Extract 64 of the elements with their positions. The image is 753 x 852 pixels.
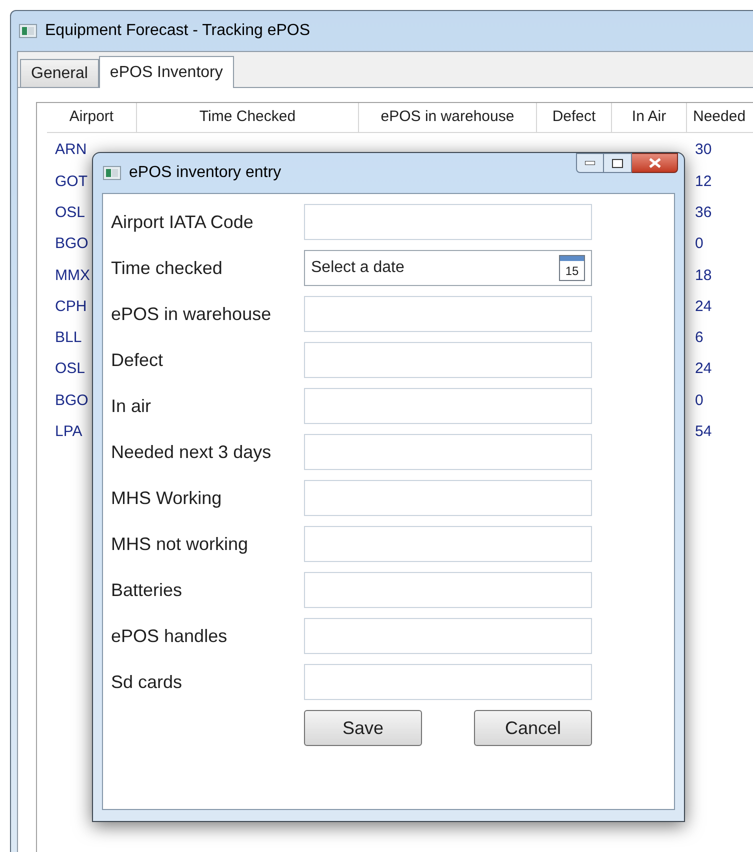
- column-header[interactable]: In Air: [612, 103, 687, 132]
- table-cell: 24: [695, 360, 712, 378]
- field-label: Batteries: [111, 578, 184, 602]
- input-field[interactable]: [304, 388, 592, 424]
- field-label: MHS not working: [111, 532, 250, 556]
- table-cell: 36: [695, 204, 712, 221]
- field-label: Defect: [111, 348, 164, 372]
- field-label: ePOS handles: [111, 624, 228, 648]
- column-header[interactable]: Airport: [47, 103, 137, 132]
- column-header[interactable]: Time Checked: [137, 103, 359, 132]
- table-cell: GOT: [55, 172, 88, 190]
- input-field[interactable]: [304, 618, 592, 654]
- close-button[interactable]: [632, 153, 678, 173]
- table-cell: BGO: [55, 392, 88, 409]
- table-cell: BGO: [55, 235, 88, 252]
- field-label: Time checked: [111, 256, 224, 280]
- field-label: ePOS in warehouse: [111, 302, 272, 326]
- input-field[interactable]: [304, 572, 592, 608]
- input-field[interactable]: [304, 204, 592, 240]
- date-picker[interactable]: Select a date 15: [304, 250, 592, 286]
- table-cell: 0: [695, 392, 704, 409]
- field-label: Sd cards: [111, 670, 184, 694]
- table-cell: 6: [695, 329, 704, 346]
- table-cell: 24: [695, 298, 712, 315]
- date-field[interactable]: Select a date: [311, 256, 559, 280]
- window-icon: [103, 166, 121, 180]
- input-field[interactable]: [304, 480, 592, 516]
- dialog-button[interactable]: Save: [304, 710, 422, 746]
- close-icon: [648, 158, 660, 168]
- tab[interactable]: General: [20, 59, 99, 87]
- table-cell: BLL: [55, 329, 82, 346]
- column-header[interactable]: ePOS in warehouse: [359, 103, 537, 132]
- table-cell: MMX: [55, 266, 90, 284]
- table-cell: OSL: [55, 204, 86, 221]
- input-field[interactable]: [304, 296, 592, 332]
- window-icon: [19, 24, 37, 38]
- field-label: In air: [111, 394, 152, 418]
- minimize-icon: [585, 161, 595, 165]
- input-field[interactable]: [304, 342, 592, 378]
- input-field[interactable]: [304, 434, 592, 470]
- table-cell: LPA: [55, 423, 82, 440]
- dialog-button[interactable]: Cancel: [474, 710, 592, 746]
- input-field[interactable]: [304, 526, 592, 562]
- maximize-button[interactable]: [604, 153, 632, 173]
- input-field[interactable]: [304, 664, 592, 700]
- table-cell: 18: [695, 266, 712, 284]
- table-cell: 0: [695, 235, 704, 252]
- window-title: Equipment Forecast - Tracking ePOS: [45, 21, 310, 41]
- field-label: Needed next 3 days: [111, 440, 272, 464]
- field-label: Airport IATA Code: [111, 210, 254, 234]
- column-header[interactable]: Needed: [687, 103, 753, 132]
- table-cell: 54: [695, 423, 712, 440]
- dialog-title: ePOS inventory entry: [129, 163, 282, 183]
- minimize-button[interactable]: [576, 153, 604, 173]
- field-label: MHS Working: [111, 486, 223, 510]
- table-cell: CPH: [55, 298, 87, 315]
- table-cell: 30: [695, 141, 712, 158]
- maximize-icon: [612, 158, 623, 168]
- tab[interactable]: ePOS Inventory: [98, 56, 234, 88]
- table-cell: ARN: [55, 141, 87, 158]
- column-header[interactable]: Defect: [537, 103, 612, 132]
- table-cell: OSL: [55, 360, 86, 378]
- table-cell: 12: [695, 172, 712, 190]
- calendar-icon[interactable]: 15: [559, 255, 585, 281]
